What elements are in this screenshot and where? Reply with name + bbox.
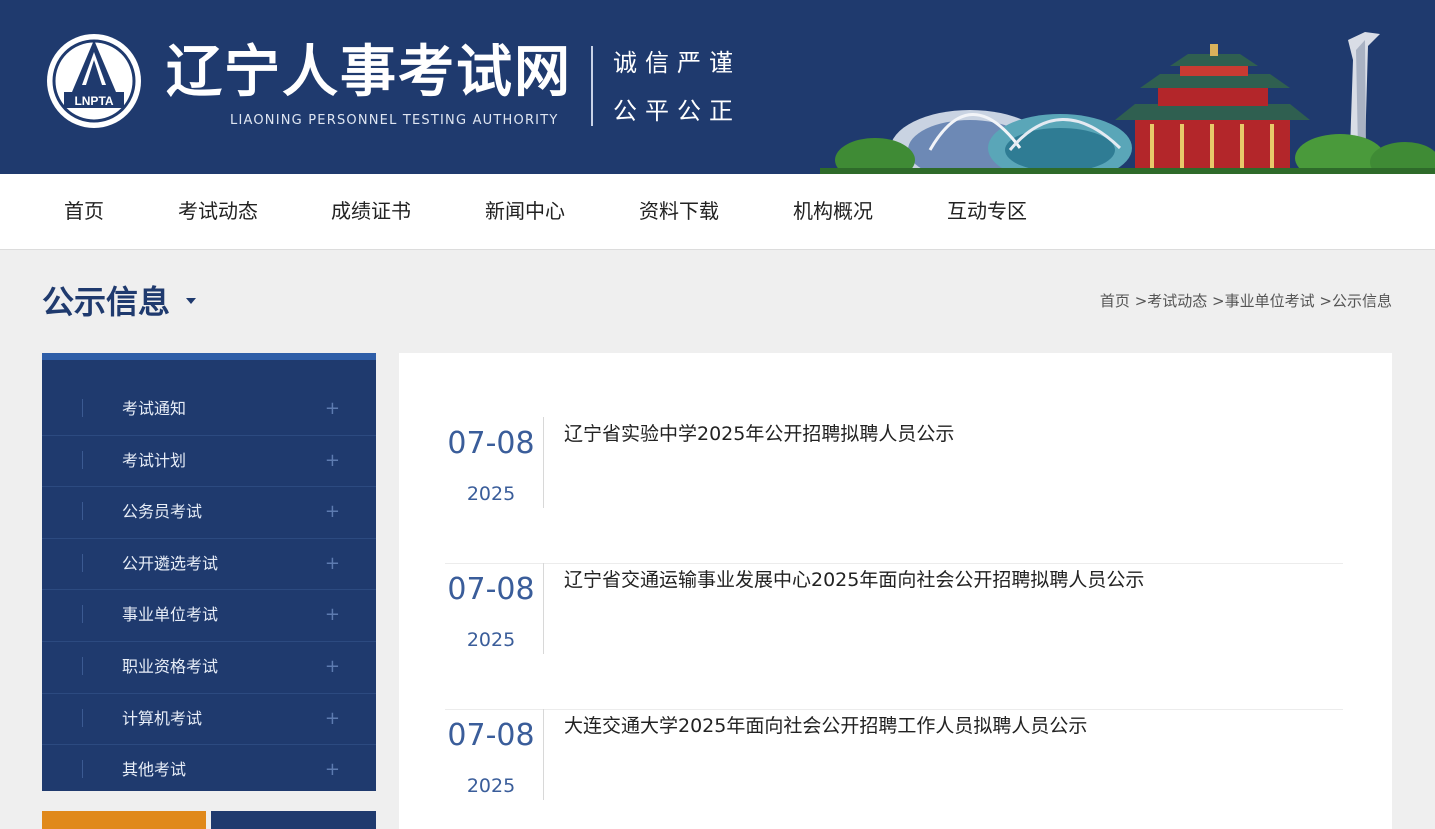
slogan-line-1: 诚信严谨 [613,49,741,77]
plus-icon[interactable]: + [325,694,340,744]
site-subtitle: LIAONING PERSONNEL TESTING AUTHORITY [230,113,559,128]
news-title-link[interactable]: 大连交通大学2025年面向社会公开招聘工作人员拟聘人员公示 [564,713,1087,739]
news-date-year: 2025 [466,483,516,505]
sidebar-item-label: 计算机考试 [122,708,203,728]
sidebar-item-public-institution-exam[interactable]: 事业单位考试 + [42,590,376,642]
plus-icon[interactable]: + [325,590,340,640]
sidebar-item-label: 公开遴选考试 [122,553,219,573]
news-date-month-day: 07-08 [447,426,535,461]
lnpta-logo-icon[interactable]: LNPTA [44,30,144,133]
sidebar-item-label: 考试计划 [122,450,187,470]
page-title[interactable]: 公示信息 [42,280,170,324]
news-title-link[interactable]: 辽宁省实验中学2025年公开招聘拟聘人员公示 [564,421,954,447]
sidebar-item-marker [82,502,83,521]
news-title-link[interactable]: 辽宁省交通运输事业发展中心2025年面向社会公开招聘拟聘人员公示 [564,567,1144,593]
header-scenery-illustration [820,32,1435,174]
main-nav: 首页 考试动态 成绩证书 新闻中心 资料下载 机构概况 互动专区 [0,174,1435,250]
nav-item-home[interactable]: 首页 [64,174,104,249]
nav-item-about[interactable]: 机构概况 [793,174,873,249]
sidebar-menu: 考试通知 + 考试计划 + 公务员考试 + 公开遴选考试 + 事业单位考试 + … [42,353,376,791]
breadcrumb-separator: > [1129,292,1148,310]
sidebar-item-marker [82,656,83,675]
sidebar-item-label: 其他考试 [122,760,187,780]
breadcrumb-item-exam-news[interactable]: 考试动态 [1147,292,1207,310]
plus-icon[interactable]: + [325,487,340,537]
breadcrumb-separator: > [1207,292,1225,310]
sidebar-item-selection-exam[interactable]: 公开遴选考试 + [42,539,376,591]
sidebar-item-computer-exam[interactable]: 计算机考试 + [42,694,376,746]
sidebar-item-label: 考试通知 [122,399,187,418]
site-header: LNPTA 辽宁人事考试网 LIAONING PERSONNEL TESTING… [0,0,1435,174]
sidebar-item-marker [82,450,83,469]
news-date-year: 2025 [466,629,516,651]
site-title[interactable]: 辽宁人事考试网 [166,38,572,108]
plus-icon[interactable]: + [325,436,340,486]
news-date-year: 2025 [466,775,516,797]
caret-down-icon[interactable] [186,298,196,304]
breadcrumb-item-current[interactable]: 公示信息 [1332,292,1392,310]
news-item[interactable]: 07-08 2025 辽宁省实验中学2025年公开招聘拟聘人员公示 [445,417,1343,564]
sidebar-item-qualification-exam[interactable]: 职业资格考试 + [42,642,376,694]
breadcrumb: 首页 >考试动态 >事业单位考试 >公示信息 [1100,290,1392,312]
sidebar-item-marker [82,553,83,572]
news-date-box: 07-08 2025 [445,563,544,654]
breadcrumb-item-home[interactable]: 首页 [1100,292,1130,310]
sidebar-blue-block[interactable] [211,811,376,829]
slogan-line-2: 公平公正 [613,97,741,125]
sidebar-item-marker [82,399,83,417]
nav-item-news-center[interactable]: 新闻中心 [485,174,565,249]
news-item[interactable]: 07-08 2025 大连交通大学2025年面向社会公开招聘工作人员拟聘人员公示 [445,709,1343,829]
nav-item-downloads[interactable]: 资料下载 [639,174,719,249]
news-item[interactable]: 07-08 2025 辽宁省交通运输事业发展中心2025年面向社会公开招聘拟聘人… [445,563,1343,710]
breadcrumb-separator: > [1314,292,1332,310]
news-list-panel: 07-08 2025 辽宁省实验中学2025年公开招聘拟聘人员公示 07-08 … [399,353,1392,829]
sidebar-item-exam-plans[interactable]: 考试计划 + [42,436,376,488]
news-date-box: 07-08 2025 [445,417,544,508]
slogan-divider [591,46,593,126]
nav-item-interaction[interactable]: 互动专区 [947,174,1027,249]
plus-icon[interactable]: + [325,539,340,589]
nav-item-exam-news[interactable]: 考试动态 [178,174,258,249]
sidebar-item-label: 事业单位考试 [122,605,219,625]
plus-icon[interactable]: + [325,745,340,795]
news-date-box: 07-08 2025 [445,709,544,800]
sidebar-item-marker [82,605,83,624]
sidebar-item-exam-notices[interactable]: 考试通知 + [42,384,376,436]
sidebar-orange-block[interactable] [42,811,206,829]
plus-icon[interactable]: + [325,384,340,434]
sidebar-item-marker [82,708,83,727]
sidebar-item-label: 公务员考试 [122,502,203,522]
sidebar-item-civil-servant-exam[interactable]: 公务员考试 + [42,487,376,539]
nav-item-scores-certificates[interactable]: 成绩证书 [331,174,411,249]
logo-text: LNPTA [74,94,113,108]
plus-icon[interactable]: + [325,642,340,692]
sidebar-item-marker [82,760,83,779]
news-date-month-day: 07-08 [447,572,535,607]
sidebar-item-other-exams[interactable]: 其他考试 + [42,745,376,797]
breadcrumb-item-public-institution-exam[interactable]: 事业单位考试 [1225,292,1315,310]
news-date-month-day: 07-08 [447,718,535,753]
sidebar-item-label: 职业资格考试 [122,656,219,676]
